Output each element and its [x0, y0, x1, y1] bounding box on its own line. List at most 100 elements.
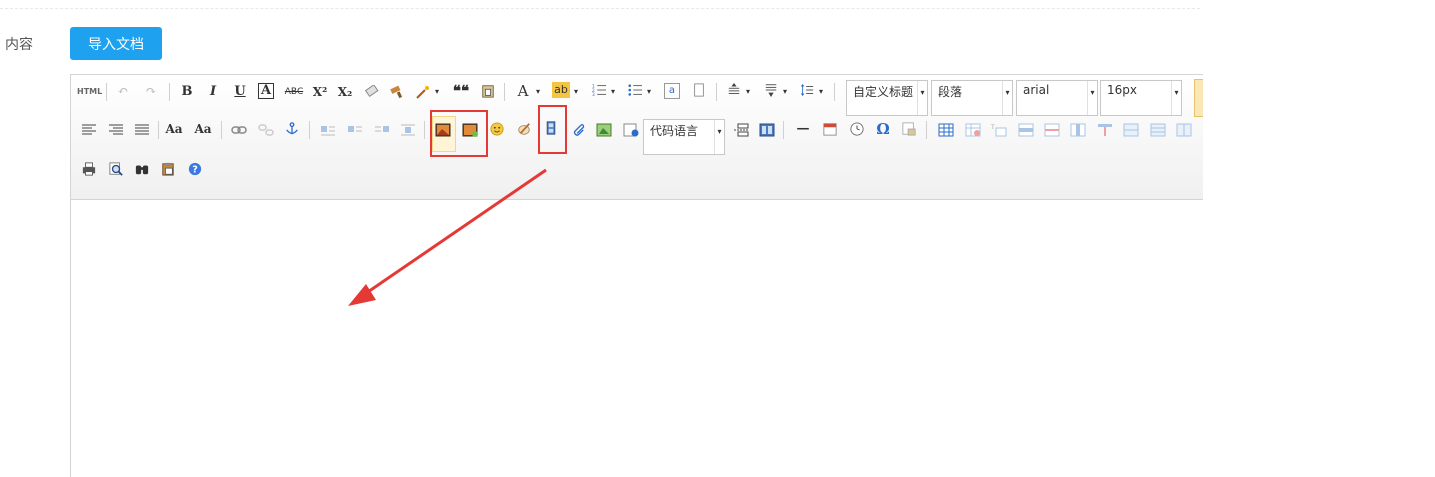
auto-typeset-icon[interactable]	[415, 85, 431, 99]
italic-button[interactable]: I	[205, 82, 221, 102]
image-left-icon[interactable]	[347, 123, 363, 137]
chevron-down-icon[interactable]: ▾	[744, 82, 752, 102]
bold-button[interactable]: B	[179, 82, 195, 102]
background-color-button[interactable]: ab	[552, 82, 570, 98]
line-height-icon[interactable]	[799, 83, 815, 97]
image-right-icon[interactable]	[374, 123, 390, 137]
content-label: 内容	[5, 37, 33, 53]
paragraph-select-value: 段落	[938, 85, 963, 99]
rich-text-editor: HTML ↶ ↷ B I U A ABC X² X₂ ▾ ❝❝ A ▾ ab ▾…	[70, 74, 1203, 477]
subscript-button[interactable]: X₂	[336, 82, 354, 102]
format-painter-icon[interactable]	[389, 85, 405, 99]
chevron-down-icon[interactable]: ▾	[781, 82, 789, 102]
time-icon[interactable]	[849, 122, 865, 136]
toolbar-separator	[716, 83, 717, 101]
delete-row-icon[interactable]	[1044, 123, 1060, 137]
justify-left-icon[interactable]	[81, 123, 97, 137]
chevron-down-icon[interactable]: ▾	[645, 82, 653, 102]
attachment-icon[interactable]	[570, 122, 586, 136]
image-center-icon[interactable]	[400, 123, 416, 137]
special-chars-button[interactable]: Ω	[874, 119, 892, 139]
word-image-icon[interactable]	[901, 122, 917, 136]
scrawl-icon[interactable]	[516, 122, 532, 136]
toolbar-separator	[926, 121, 927, 139]
image-none-icon[interactable]	[320, 123, 336, 137]
code-language-select[interactable]: 代码语言 ▾	[643, 119, 725, 155]
page-break-icon[interactable]	[691, 83, 707, 97]
chevron-down-icon: ▾	[1171, 81, 1181, 115]
font-border-button[interactable]: A	[258, 83, 274, 99]
superscript-button[interactable]: X²	[311, 82, 329, 102]
font-color-button[interactable]: A	[515, 81, 531, 101]
top-divider	[0, 8, 1200, 9]
justify-right-icon[interactable]	[108, 123, 124, 137]
code-language-select-value: 代码语言	[650, 124, 699, 138]
undo-icon[interactable]: ↶	[115, 82, 131, 102]
html-source-button[interactable]: HTML	[77, 82, 102, 102]
paragraph-select[interactable]: 段落 ▾	[931, 80, 1013, 116]
toolbar-separator	[106, 83, 107, 101]
page-break-insert-icon[interactable]	[733, 123, 749, 137]
drafts-icon[interactable]	[160, 162, 176, 176]
heading-select[interactable]: 自定义标题 ▾	[846, 80, 928, 116]
highlight-video-button	[538, 105, 567, 154]
eraser-icon[interactable]	[364, 85, 380, 99]
lowercase-icon[interactable]: Aa	[194, 119, 212, 139]
insert-frame-page-icon[interactable]	[623, 123, 639, 137]
unlink-icon[interactable]	[258, 123, 274, 137]
chevron-down-icon: ▾	[714, 120, 724, 154]
highlight-image-buttons	[430, 110, 488, 157]
insert-row-icon[interactable]	[1018, 123, 1034, 137]
insert-table-icon[interactable]	[938, 123, 954, 137]
print-icon[interactable]	[81, 162, 97, 176]
blockquote-button[interactable]: ❝❝	[451, 81, 471, 101]
justify-full-icon[interactable]	[134, 123, 150, 137]
strikethrough-button[interactable]: ABC	[283, 82, 305, 102]
merge-right-icon[interactable]	[1150, 123, 1166, 137]
chevron-down-icon[interactable]: ▾	[433, 82, 441, 102]
row-spacing-bottom-icon[interactable]	[763, 83, 779, 97]
emotion-icon[interactable]	[489, 122, 505, 136]
editor-content-area[interactable]	[71, 201, 1203, 477]
anchor-icon[interactable]	[284, 122, 300, 136]
delete-column-icon[interactable]	[1097, 123, 1113, 137]
search-replace-icon[interactable]	[134, 162, 150, 176]
toolbar-separator	[309, 121, 310, 139]
preview-icon[interactable]	[108, 162, 124, 176]
toolbar-separator	[504, 83, 505, 101]
help-icon[interactable]: ?	[187, 162, 203, 176]
uppercase-icon[interactable]: Aa	[165, 119, 183, 139]
toolbar-separator	[169, 83, 170, 101]
date-icon[interactable]	[822, 122, 838, 136]
chevron-down-icon: ▾	[1002, 81, 1012, 115]
insert-frame-icon[interactable]: a	[664, 83, 680, 99]
toolbar-separator	[834, 83, 835, 101]
redo-icon[interactable]: ↷	[143, 82, 159, 102]
unordered-list-icon[interactable]	[627, 83, 643, 97]
ordered-list-icon[interactable]: 1 2 3	[591, 83, 607, 97]
toolbar-separator	[783, 121, 784, 139]
delete-table-icon[interactable]	[965, 123, 981, 137]
row-spacing-top-icon[interactable]	[726, 83, 742, 97]
paste-plain-icon[interactable]	[480, 84, 496, 98]
insert-column-icon[interactable]	[1070, 123, 1086, 137]
font-size-select[interactable]: 16px ▾	[1100, 80, 1182, 116]
merge-cells-icon[interactable]	[1123, 123, 1139, 137]
insert-paragraph-before-table-icon[interactable]: T	[991, 123, 1007, 137]
chevron-down-icon[interactable]: ▾	[609, 82, 617, 102]
toolbar-separator	[221, 121, 222, 139]
import-document-button[interactable]: 导入文档	[70, 27, 162, 60]
direction-ltr-button[interactable]	[1194, 79, 1203, 117]
chevron-down-icon[interactable]: ▾	[817, 82, 825, 102]
horizontal-rule-button[interactable]: —	[795, 119, 811, 139]
template-icon[interactable]	[759, 123, 775, 137]
underline-button[interactable]: U	[232, 82, 248, 102]
map-icon[interactable]	[596, 123, 612, 137]
merge-down-icon[interactable]	[1176, 123, 1192, 137]
heading-select-value: 自定义标题	[853, 85, 914, 99]
chevron-down-icon: ▾	[917, 81, 927, 115]
chevron-down-icon[interactable]: ▾	[572, 82, 580, 102]
chevron-down-icon[interactable]: ▾	[534, 82, 542, 102]
font-family-select[interactable]: arial ▾	[1016, 80, 1098, 116]
link-icon[interactable]	[231, 123, 247, 137]
